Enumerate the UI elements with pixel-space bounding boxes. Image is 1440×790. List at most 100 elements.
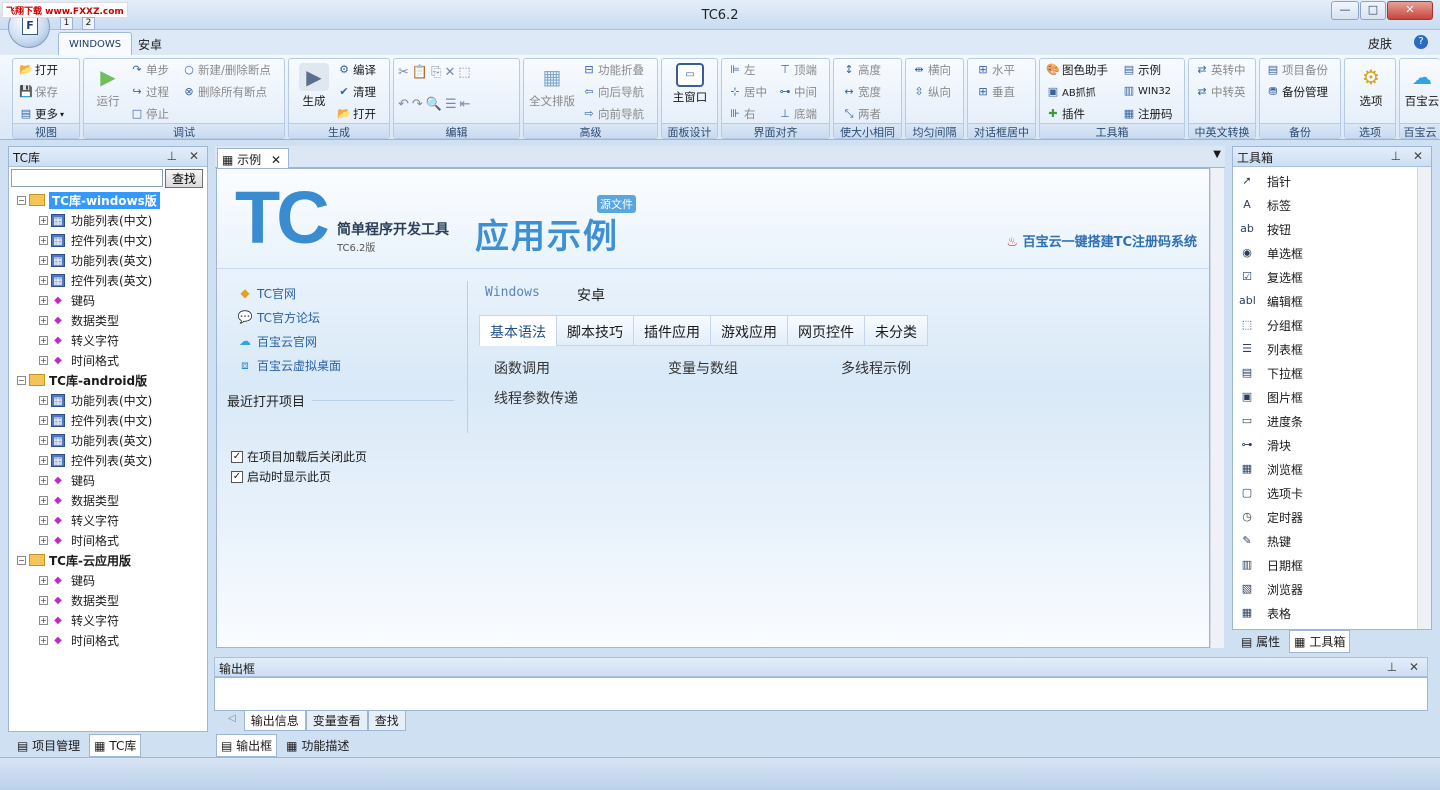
tree-item[interactable]: + ▦ 控件列表(英文) bbox=[17, 450, 207, 470]
stop-button[interactable]: □ 停止 bbox=[130, 106, 169, 122]
close-button[interactable]: ✕ bbox=[1387, 1, 1433, 20]
toolbox-item[interactable]: ⬚ 分组框 bbox=[1233, 313, 1431, 337]
tree-item[interactable]: + ▦ 功能列表(英文) bbox=[17, 430, 207, 450]
same-both-button[interactable]: ⤡ 两者 bbox=[842, 106, 881, 122]
process-button[interactable]: ↪ 过程 bbox=[130, 84, 169, 100]
toolbox-item[interactable]: ⊶ 滑块 bbox=[1233, 433, 1431, 457]
align-middle-button[interactable]: ⊶ 中间 bbox=[778, 84, 818, 100]
expand-icon[interactable]: + bbox=[39, 255, 48, 265]
example-variables-arrays[interactable]: 变量与数组 bbox=[668, 358, 738, 378]
select-all-icon[interactable]: ⬚ bbox=[458, 65, 470, 80]
tree-folder[interactable]: − TC库-云应用版 bbox=[17, 550, 207, 570]
minimize-button[interactable]: — bbox=[1331, 1, 1359, 20]
toolbox-scrollbar[interactable] bbox=[1417, 167, 1431, 629]
toolbox-item[interactable]: ▧ 浏览器 bbox=[1233, 577, 1431, 601]
tab-web-controls[interactable]: 网页控件 bbox=[787, 315, 865, 346]
promo-link[interactable]: ♨ 百宝云一键搭建TC注册码系统 bbox=[1006, 231, 1197, 250]
tab-output-info[interactable]: 输出信息 bbox=[243, 711, 306, 731]
tree-folder[interactable]: − TC库-android版 bbox=[17, 370, 207, 390]
expand-icon[interactable]: + bbox=[39, 475, 48, 485]
space-horizontal-button[interactable]: ⇹ 横向 bbox=[912, 62, 951, 78]
build-button[interactable]: ▶ 生成 bbox=[295, 63, 333, 109]
align-center-button[interactable]: ⊹ 居中 bbox=[728, 84, 767, 100]
quick-access-2[interactable]: 2 bbox=[82, 17, 95, 30]
expand-icon[interactable]: + bbox=[39, 235, 48, 245]
tab-uncategorized[interactable]: 未分类 bbox=[864, 315, 928, 346]
expand-icon[interactable]: + bbox=[39, 395, 48, 405]
tree-item[interactable]: + ◆ 键码 bbox=[17, 290, 207, 310]
tab-windows[interactable]: WINDOWS bbox=[58, 32, 133, 55]
collapse-icon[interactable]: − bbox=[17, 375, 26, 385]
tab-script-tips[interactable]: 脚本技巧 bbox=[556, 315, 634, 346]
toolbox-item[interactable]: A 标签 bbox=[1233, 193, 1431, 217]
toolbox-item[interactable]: ▭ 进度条 bbox=[1233, 409, 1431, 433]
toolbox-item[interactable]: ▦ 浏览框 bbox=[1233, 457, 1431, 481]
library-search-input[interactable] bbox=[11, 169, 163, 187]
nav-forward-button[interactable]: ⇨ 向前导航 bbox=[582, 106, 644, 122]
tab-properties[interactable]: ▤ 属性 bbox=[1236, 630, 1285, 653]
expand-icon[interactable]: + bbox=[39, 295, 48, 305]
ab-capture-button[interactable]: ▣ AB抓抓 bbox=[1046, 84, 1096, 100]
nav-back-button[interactable]: ⇦ 向后导航 bbox=[582, 84, 644, 100]
tab-tc-library[interactable]: ▦ TC库 bbox=[89, 734, 142, 757]
paste-icon[interactable]: 📋 bbox=[412, 65, 428, 80]
search-button[interactable]: 查找 bbox=[165, 169, 203, 188]
example-thread-params[interactable]: 线程参数传递 bbox=[494, 388, 578, 408]
tree-item[interactable]: + ▦ 控件列表(中文) bbox=[17, 230, 207, 250]
example-button[interactable]: ▤ 示例 bbox=[1122, 62, 1161, 78]
main-window-button[interactable]: ▭ 主窗口 bbox=[668, 63, 712, 105]
collapse-icon[interactable]: − bbox=[17, 195, 26, 205]
link-baibao-website[interactable]: ☁ 百宝云官网 bbox=[237, 329, 341, 353]
quick-access-1[interactable]: 1 bbox=[60, 17, 73, 30]
tree-item[interactable]: + ▦ 功能列表(英文) bbox=[17, 250, 207, 270]
plugin-button[interactable]: ✚ 插件 bbox=[1046, 106, 1085, 122]
link-baibao-desktop[interactable]: ⧈ 百宝云虚拟桌面 bbox=[237, 353, 341, 377]
toolbox-item[interactable]: ▤ 下拉框 bbox=[1233, 361, 1431, 385]
align-left-button[interactable]: ⊫ 左 bbox=[728, 62, 755, 78]
copy-icon[interactable]: ⎘ bbox=[431, 65, 441, 80]
save-button[interactable]: 💾 保存 bbox=[19, 84, 58, 100]
pin-close-icon[interactable]: ⊥ ✕ bbox=[167, 149, 203, 164]
cut-icon[interactable]: ✂ bbox=[398, 65, 409, 80]
expand-icon[interactable]: + bbox=[39, 315, 48, 325]
expand-icon[interactable]: + bbox=[39, 455, 48, 465]
same-height-button[interactable]: ↕ 高度 bbox=[842, 62, 881, 78]
baibao-button[interactable]: ☁ 百宝云 bbox=[1402, 63, 1440, 109]
pin-close-icon[interactable]: ⊥ ✕ bbox=[1387, 660, 1423, 674]
toolbox-item[interactable]: ➚ 指针 bbox=[1233, 169, 1431, 193]
tree-item[interactable]: + ◆ 键码 bbox=[17, 570, 207, 590]
tab-find[interactable]: 查找 bbox=[367, 711, 406, 731]
close-after-load-checkbox[interactable]: ✓ 在项目加载后关闭此页 bbox=[231, 448, 367, 465]
toolbox-item[interactable]: ▥ 日期框 bbox=[1233, 553, 1431, 577]
link-tc-website[interactable]: ◆ TC官网 bbox=[237, 281, 341, 305]
win32-button[interactable]: ▥ WIN32 bbox=[1122, 84, 1171, 98]
align-bottom-button[interactable]: ⊥ 底端 bbox=[778, 106, 817, 122]
close-tab-icon[interactable]: ✕ bbox=[271, 153, 281, 167]
center-horizontal-button[interactable]: ⊞ 水平 bbox=[976, 62, 1015, 78]
expand-icon[interactable]: + bbox=[39, 495, 48, 505]
expand-icon[interactable]: + bbox=[39, 215, 48, 225]
toolbox-item[interactable]: abl 编辑框 bbox=[1233, 289, 1431, 313]
tree-folder[interactable]: − TC库-windows版 bbox=[17, 190, 207, 210]
tab-toolbox[interactable]: ▦ 工具箱 bbox=[1289, 630, 1351, 653]
expand-icon[interactable]: + bbox=[39, 275, 48, 285]
tab-game-apps[interactable]: 游戏应用 bbox=[710, 315, 788, 346]
tab-output-box[interactable]: ▤ 输出框 bbox=[216, 734, 278, 757]
outdent-icon[interactable]: ⇤ bbox=[460, 97, 471, 112]
more-button[interactable]: ▤ 更多 ▾ bbox=[19, 106, 64, 122]
center-vertical-button[interactable]: ⊞ 垂直 bbox=[976, 84, 1015, 100]
expand-icon[interactable]: + bbox=[39, 575, 48, 585]
expand-icon[interactable]: + bbox=[39, 515, 48, 525]
open-button[interactable]: 📂 打开 bbox=[19, 62, 58, 78]
clean-button[interactable]: ✔ 清理 bbox=[337, 84, 376, 100]
undo-icon[interactable]: ↶ bbox=[398, 97, 409, 112]
scroll-left-icon[interactable]: ◁ bbox=[220, 711, 244, 731]
delete-breakpoints-button[interactable]: ⊗ 删除所有断点 bbox=[182, 84, 267, 100]
tab-example[interactable]: ▦ 示例 ✕ bbox=[217, 148, 289, 168]
new-breakpoint-button[interactable]: ○ 新建/删除断点 bbox=[182, 62, 271, 78]
en-to-cn-button[interactable]: ⇄ 英转中 bbox=[1195, 62, 1245, 78]
backup-manage-button[interactable]: ⛃ 备份管理 bbox=[1266, 84, 1328, 100]
tree-item[interactable]: + ▦ 功能列表(中文) bbox=[17, 390, 207, 410]
delete-icon[interactable]: ✕ bbox=[445, 65, 456, 80]
toolbox-item[interactable]: ☰ 列表框 bbox=[1233, 337, 1431, 361]
